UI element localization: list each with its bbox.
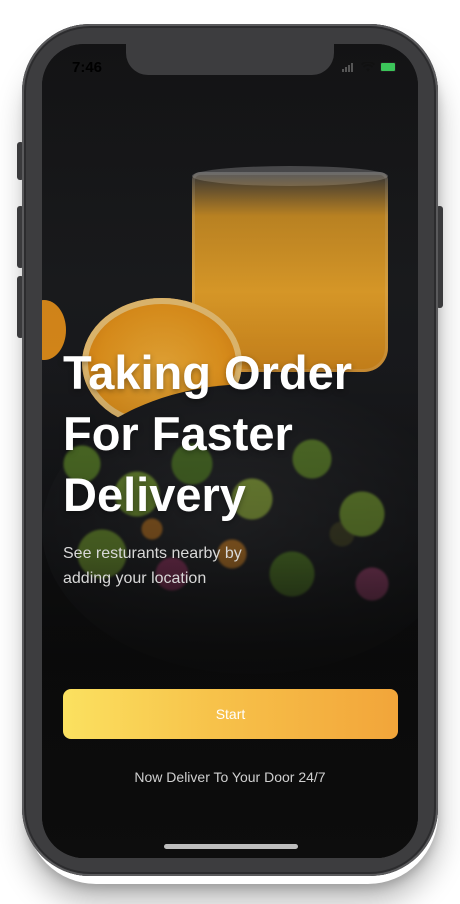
status-time: 7:46 [72, 59, 103, 76]
headline-line: Delivery [63, 468, 246, 521]
battery-icon [380, 62, 396, 72]
hero-subtitle: See resturants nearby by adding your loc… [63, 541, 303, 591]
headline-line: For Faster [63, 407, 293, 460]
start-button[interactable]: Start [63, 689, 398, 739]
status-icons [342, 62, 396, 72]
wifi-icon [361, 62, 375, 72]
delivery-tagline: Now Deliver To Your Door 24/7 [134, 769, 326, 785]
home-indicator[interactable] [164, 844, 298, 849]
status-bar: 7:46 [42, 44, 418, 88]
phone-screen: 7:46 Taking Order For Faster Delivery Se… [42, 44, 418, 858]
subtitle-line: adding your location [63, 570, 207, 587]
subtitle-line: See resturants nearby by [63, 545, 242, 562]
signal-icon [342, 62, 356, 72]
hero-headline: Taking Order For Faster Delivery [63, 342, 383, 525]
app-preview: 7:46 Taking Order For Faster Delivery Se… [0, 0, 460, 904]
headline-line: Taking Order [63, 346, 353, 399]
